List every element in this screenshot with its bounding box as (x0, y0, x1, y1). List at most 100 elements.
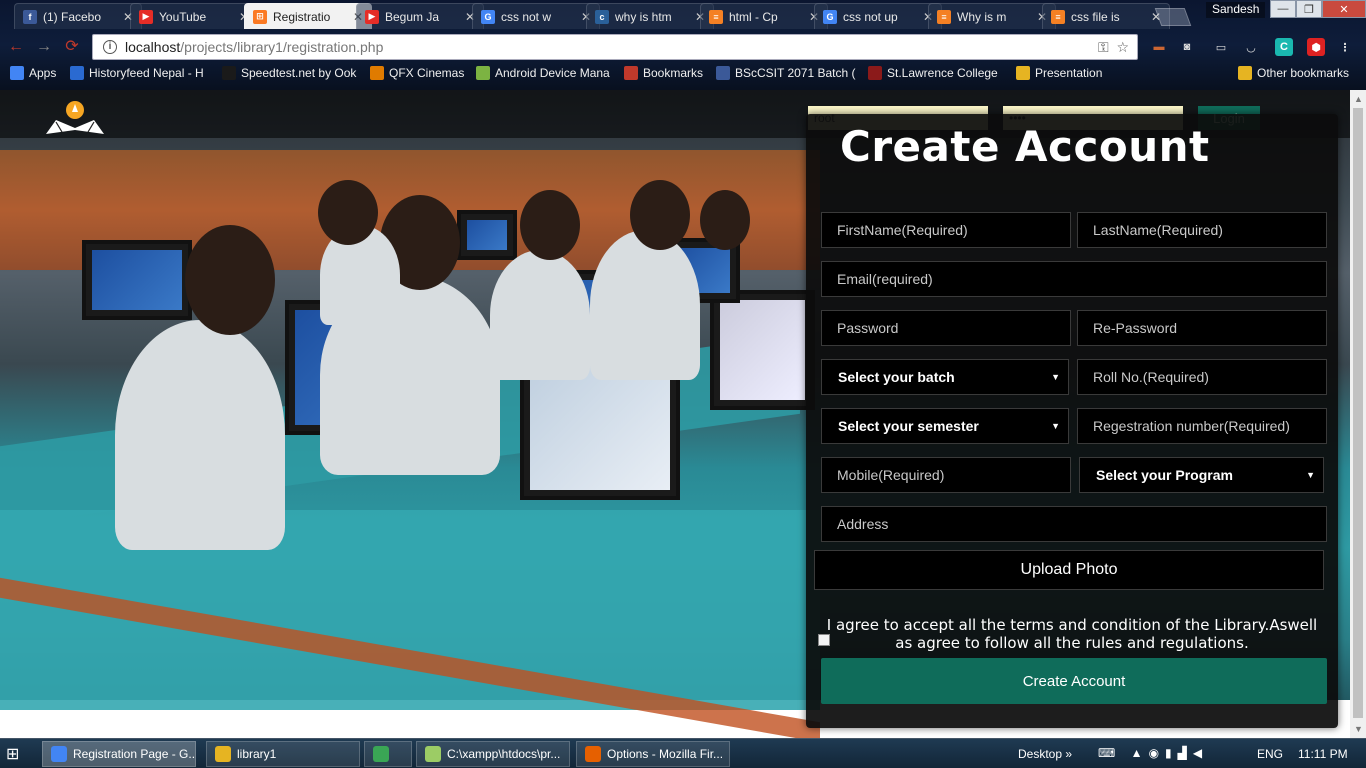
taskbar-item[interactable] (364, 741, 412, 767)
info-icon[interactable]: i (103, 40, 117, 54)
taskbar-item[interactable]: Options - Mozilla Fir... (576, 741, 730, 767)
bookmark-label: Bookmarks (643, 66, 704, 80)
battery-icon[interactable]: ▮ (1165, 746, 1178, 760)
camera-icon[interactable]: ◙ (1178, 38, 1196, 56)
chevron-down-icon: ▼ (1306, 470, 1315, 480)
menu-icon[interactable]: ⋮ (1336, 38, 1354, 56)
chrome-icon (51, 746, 67, 762)
address-input[interactable]: Address (821, 506, 1327, 542)
tab-title: Begum Ja (385, 9, 440, 24)
extension-icon-1[interactable]: ▬ (1150, 38, 1168, 56)
folder-icon (1016, 66, 1030, 80)
tab-title: (1) Facebo (43, 9, 102, 24)
firstname-input[interactable]: FirstName(Required) (821, 212, 1071, 248)
key-icon[interactable]: ⚿ (1098, 39, 1109, 55)
page-viewport: Login Create Account FirstName(Required)… (0, 90, 1350, 738)
browser-tab[interactable]: cwhy is htm✕ (586, 3, 714, 29)
browser-tab[interactable]: ▶YouTube✕ (130, 3, 258, 29)
url-host: localhost (125, 39, 181, 55)
page-scrollbar[interactable]: ▲ ▼ (1350, 90, 1366, 738)
bookmark-item[interactable]: Presentation (1016, 66, 1102, 80)
maximize-button[interactable]: ❐ (1296, 0, 1322, 18)
password-input[interactable]: Password (821, 310, 1071, 346)
pocket-icon[interactable]: ◡ (1242, 38, 1260, 56)
batch-select[interactable]: Select your batch ▼ (821, 359, 1069, 395)
upload-photo-button[interactable]: Upload Photo (814, 550, 1324, 590)
scrollbar-thumb[interactable] (1353, 108, 1363, 718)
terms-checkbox[interactable] (818, 634, 830, 646)
repassword-input[interactable]: Re-Password (1077, 310, 1327, 346)
scroll-up-icon[interactable]: ▲ (1354, 94, 1363, 104)
browser-tab[interactable]: ⊞Registratio✕ (244, 3, 372, 29)
profile-name[interactable]: Sandesh (1206, 2, 1266, 18)
mobile-input[interactable]: Mobile(Required) (821, 457, 1071, 493)
tray-up-icon[interactable]: ▲ (1131, 746, 1149, 760)
start-button[interactable]: ⊞ (6, 744, 28, 764)
semester-select-value: Select your semester (838, 418, 979, 434)
close-window-button[interactable]: ✕ (1322, 0, 1366, 18)
desktop-toolbar[interactable]: Desktop » (1018, 747, 1072, 761)
mobile-placeholder: Mobile(Required) (837, 467, 945, 483)
bookmark-item[interactable]: Other bookmarks (1238, 66, 1349, 80)
tab-title: YouTube (159, 9, 207, 24)
email-input[interactable]: Email(required) (821, 261, 1327, 297)
forward-icon[interactable]: → (34, 38, 54, 56)
bookmark-item[interactable]: QFX Cinemas (370, 66, 464, 80)
keyboard-icon[interactable]: ⌨ (1098, 746, 1121, 760)
browser-tab[interactable]: ▶ Begum Ja ✕ (356, 3, 484, 29)
browser-chrome: f(1) Facebo✕▶YouTube✕⊞Registratio✕▶ Begum… (0, 0, 1366, 90)
college-icon (868, 66, 882, 80)
taskbar-item[interactable]: library1 (206, 741, 360, 767)
scroll-down-icon[interactable]: ▼ (1354, 724, 1363, 734)
bookmark-item[interactable]: Bookmarks (624, 66, 703, 80)
bookmark-item[interactable]: Android Device Mana (476, 66, 610, 80)
bookmark-item[interactable]: Historyfeed Nepal - H (70, 66, 204, 80)
bookmark-item[interactable]: Apps (10, 66, 56, 80)
browser-tab[interactable]: Gcss not up✕ (814, 3, 942, 29)
browser-tab[interactable]: f (1) Facebo ✕ (14, 3, 142, 29)
registration-number-input[interactable]: Regestration number(Required) (1077, 408, 1327, 444)
taskbar-item[interactable]: C:\xampp\htdocs\pr... (416, 741, 570, 767)
bookmark-item[interactable]: Speedtest.net by Ook (222, 66, 356, 80)
recycle-icon (373, 746, 389, 762)
terms-label: I agree to accept all the terms and cond… (826, 616, 1318, 652)
reload-icon[interactable]: ⟳ (62, 38, 82, 56)
lastname-input[interactable]: LastName(Required) (1077, 212, 1327, 248)
address-bar[interactable]: i localhost/projects/library1/registrati… (92, 34, 1138, 60)
semester-select[interactable]: Select your semester ▼ (821, 408, 1069, 444)
cast-icon[interactable]: ▭ (1212, 38, 1230, 56)
library-logo[interactable] (42, 98, 108, 138)
notepad-icon (425, 746, 441, 762)
create-account-button[interactable]: Create Account (821, 658, 1327, 704)
volume-icon[interactable]: ◀ (1193, 746, 1208, 760)
bookmark-item[interactable]: St.Lawrence College (868, 66, 998, 80)
bookmark-label: Historyfeed Nepal - H (89, 66, 204, 80)
browser-tab[interactable]: ≡html - Cp✕ (700, 3, 828, 29)
bookmark-label: QFX Cinemas (389, 66, 465, 80)
browser-tab[interactable]: ≡ css file is ✕ (1042, 3, 1170, 29)
signal-icon[interactable]: ▟ (1178, 746, 1193, 760)
language-indicator[interactable]: ENG (1257, 747, 1283, 761)
bookmark-item[interactable]: BScCSIT 2071 Batch ( (716, 66, 856, 80)
bookmark-icon (624, 66, 638, 80)
desktop-label: Desktop (1018, 747, 1063, 761)
taskbar-item-label: Registration Page - G... (73, 747, 196, 761)
browser-tab[interactable]: ≡Why is m✕ (928, 3, 1056, 29)
rollno-input[interactable]: Roll No.(Required) (1077, 359, 1327, 395)
batch-select-value: Select your batch (838, 369, 955, 385)
chrome-tray-icon[interactable]: ◉ (1149, 746, 1165, 760)
program-select[interactable]: Select your Program ▼ (1079, 457, 1324, 493)
star-icon[interactable]: ☆ (1116, 39, 1129, 55)
taskbar-item[interactable]: Registration Page - G... (42, 741, 196, 767)
back-icon[interactable]: ← (6, 38, 26, 56)
new-tab-button[interactable] (1154, 8, 1192, 26)
youtube-icon: ▶ (365, 9, 379, 24)
system-tray-icons[interactable]: ⌨ ▲◉▮▟◀ (1098, 746, 1208, 760)
browser-tab[interactable]: Gcss not w✕ (472, 3, 600, 29)
minimize-button[interactable]: — (1270, 0, 1296, 18)
clock[interactable]: 11:11 PM (1298, 747, 1348, 761)
firefox-icon (585, 746, 601, 762)
extension-c-icon[interactable]: C (1275, 38, 1293, 56)
adblock-icon[interactable]: ⬢ (1307, 38, 1325, 56)
stackoverflow-icon: ≡ (709, 9, 723, 24)
